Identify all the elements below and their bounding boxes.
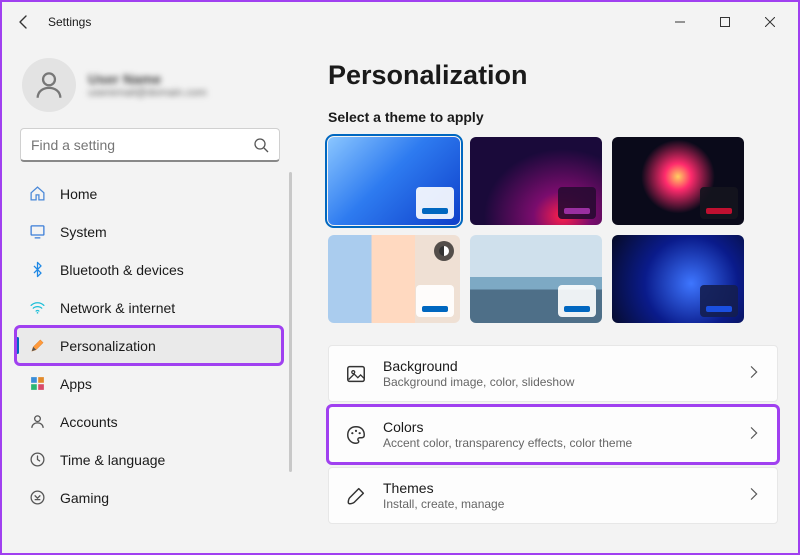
sidebar-item-label: Time & language <box>60 452 165 468</box>
chevron-right-icon <box>747 487 761 504</box>
apps-icon <box>28 375 46 393</box>
sidebar-item-label: Bluetooth & devices <box>60 262 184 278</box>
person-icon <box>32 68 66 102</box>
clock-icon <box>28 451 46 469</box>
profile-email: useremail@domain.com <box>88 87 207 99</box>
contrast-badge-icon <box>434 241 454 261</box>
settings-list: Background Background image, color, slid… <box>328 345 778 524</box>
sidebar-item-label: Gaming <box>60 490 109 506</box>
gaming-icon <box>28 489 46 507</box>
sidebar-item-label: Apps <box>60 376 92 392</box>
sidebar-item-network[interactable]: Network & internet <box>16 289 282 326</box>
sidebar-item-bluetooth[interactable]: Bluetooth & devices <box>16 251 282 288</box>
sidebar-item-home[interactable]: Home <box>16 175 282 212</box>
setting-row-colors[interactable]: Colors Accent color, transparency effect… <box>328 406 778 463</box>
search-box[interactable] <box>20 128 280 162</box>
sidebar: User Name useremail@domain.com Home Syst… <box>2 42 292 553</box>
section-label: Select a theme to apply <box>328 109 778 125</box>
image-icon <box>345 363 367 385</box>
arrow-left-icon <box>16 14 32 30</box>
theme-card[interactable] <box>470 235 602 323</box>
setting-title: Background <box>383 358 731 374</box>
theme-card[interactable] <box>612 137 744 225</box>
sidebar-item-label: Accounts <box>60 414 118 430</box>
profile-block[interactable]: User Name useremail@domain.com <box>12 50 288 128</box>
page-title: Personalization <box>328 60 778 91</box>
avatar <box>22 58 76 112</box>
setting-title: Colors <box>383 419 731 435</box>
accent-chip <box>416 187 454 219</box>
setting-subtitle: Background image, color, slideshow <box>383 375 731 389</box>
close-icon <box>765 17 775 27</box>
brush-icon <box>345 485 367 507</box>
accent-chip <box>700 187 738 219</box>
theme-card[interactable] <box>328 235 460 323</box>
setting-title: Themes <box>383 480 731 496</box>
sidebar-item-apps[interactable]: Apps <box>16 365 282 402</box>
theme-card[interactable] <box>612 235 744 323</box>
minimize-button[interactable] <box>657 6 702 38</box>
chevron-right-icon <box>747 365 761 382</box>
sidebar-item-accounts[interactable]: Accounts <box>16 403 282 440</box>
sidebar-item-label: Network & internet <box>60 300 175 316</box>
accent-chip <box>416 285 454 317</box>
personalization-icon <box>28 337 46 355</box>
maximize-icon <box>720 17 730 27</box>
theme-card[interactable] <box>328 137 460 225</box>
setting-subtitle: Install, create, manage <box>383 497 731 511</box>
sidebar-scrollbar[interactable] <box>289 172 292 472</box>
bluetooth-icon <box>28 261 46 279</box>
sidebar-item-system[interactable]: System <box>16 213 282 250</box>
wifi-icon <box>28 299 46 317</box>
accent-chip <box>700 285 738 317</box>
theme-card[interactable] <box>470 137 602 225</box>
main-content: Personalization Select a theme to apply <box>292 42 798 553</box>
themes-grid <box>328 137 778 323</box>
sidebar-item-personalization[interactable]: Personalization <box>16 327 282 364</box>
sidebar-item-label: Home <box>60 186 97 202</box>
search-icon <box>253 137 269 153</box>
window-controls <box>657 6 792 38</box>
window-title: Settings <box>48 15 91 29</box>
accounts-icon <box>28 413 46 431</box>
titlebar: Settings <box>2 2 798 42</box>
chevron-right-icon <box>747 426 761 443</box>
minimize-icon <box>675 17 685 27</box>
close-button[interactable] <box>747 6 792 38</box>
back-button[interactable] <box>8 6 40 38</box>
profile-text: User Name useremail@domain.com <box>88 71 207 99</box>
nav-list: Home System Bluetooth & devices Network … <box>12 174 288 545</box>
maximize-button[interactable] <box>702 6 747 38</box>
setting-subtitle: Accent color, transparency effects, colo… <box>383 436 731 450</box>
sidebar-item-label: System <box>60 224 107 240</box>
profile-name: User Name <box>88 71 207 87</box>
sidebar-item-time[interactable]: Time & language <box>16 441 282 478</box>
accent-chip <box>558 187 596 219</box>
accent-chip <box>558 285 596 317</box>
sidebar-item-gaming[interactable]: Gaming <box>16 479 282 516</box>
setting-row-themes[interactable]: Themes Install, create, manage <box>328 467 778 524</box>
palette-icon <box>345 424 367 446</box>
system-icon <box>28 223 46 241</box>
search-input[interactable] <box>31 137 253 153</box>
home-icon <box>28 185 46 203</box>
setting-row-background[interactable]: Background Background image, color, slid… <box>328 345 778 402</box>
sidebar-item-label: Personalization <box>60 338 156 354</box>
